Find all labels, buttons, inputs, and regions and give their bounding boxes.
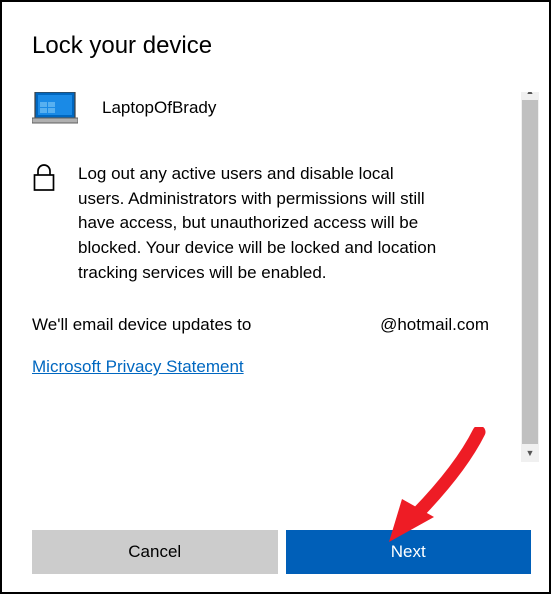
next-button[interactable]: Next xyxy=(286,530,532,574)
scroll-down-button[interactable]: ▼ xyxy=(521,444,539,462)
laptop-icon xyxy=(32,92,78,124)
email-domain: @hotmail.com xyxy=(380,315,489,335)
scroll-up-button[interactable]: ▲ xyxy=(521,92,539,100)
device-row: LaptopOfBrady xyxy=(32,92,509,124)
device-name: LaptopOfBrady xyxy=(102,98,216,118)
content-pane: LaptopOfBrady Log out any active users a… xyxy=(32,92,521,524)
email-notice: We'll email device updates to @hotmail.c… xyxy=(32,315,509,335)
page-title: Lock your device xyxy=(32,32,539,60)
description-row: Log out any active users and disable loc… xyxy=(32,162,509,285)
scroll-thumb[interactable] xyxy=(522,100,538,444)
privacy-link[interactable]: Microsoft Privacy Statement xyxy=(32,357,244,377)
description-text: Log out any active users and disable loc… xyxy=(78,162,438,285)
scrollbar[interactable]: ▲ ▼ xyxy=(521,92,539,462)
button-row: Cancel Next xyxy=(32,524,539,582)
cancel-button[interactable]: Cancel xyxy=(32,530,278,574)
scroll-area: LaptopOfBrady Log out any active users a… xyxy=(32,92,539,524)
lock-icon xyxy=(32,164,58,197)
email-notice-prefix: We'll email device updates to xyxy=(32,315,251,335)
lock-device-dialog: Lock your device LaptopOfBrady xyxy=(2,2,549,592)
